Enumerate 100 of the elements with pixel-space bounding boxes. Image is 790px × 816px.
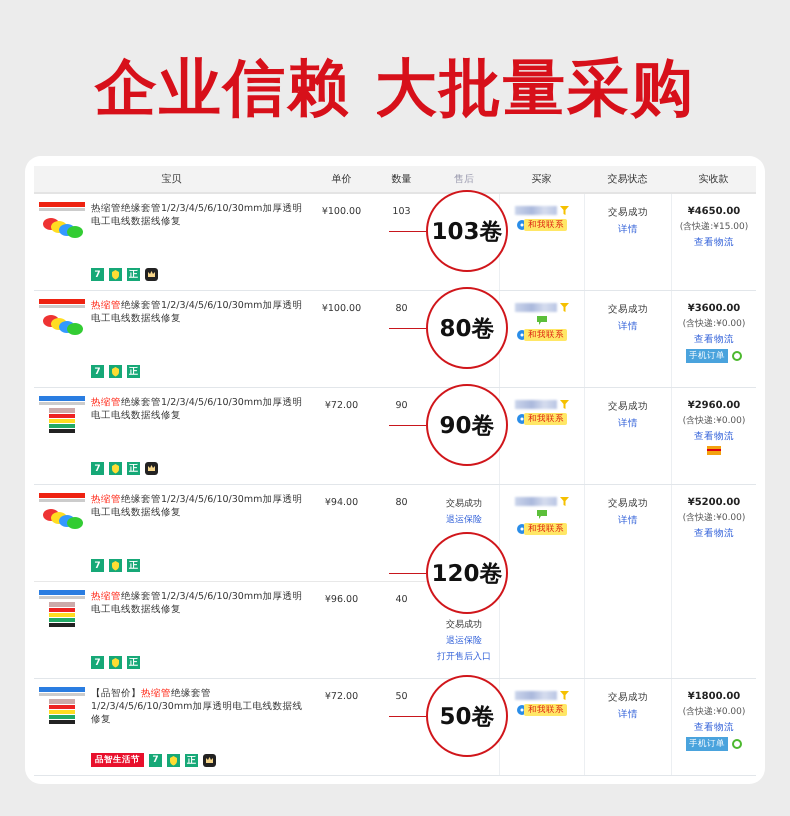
service-badge: 正 bbox=[127, 559, 140, 572]
refresh-icon bbox=[732, 739, 742, 749]
blurred-name bbox=[515, 497, 557, 506]
card-icon bbox=[707, 446, 721, 455]
trade-status: 交易成功 bbox=[608, 206, 648, 219]
after-sale-status: 交易成功 bbox=[446, 618, 482, 631]
filter-icon bbox=[560, 400, 569, 409]
after-sale-status: 交易成功 bbox=[446, 498, 482, 510]
logistics-link[interactable]: 查看物流 bbox=[694, 430, 734, 443]
quantity: 80 bbox=[395, 303, 408, 314]
service-badge: 7 bbox=[91, 656, 104, 669]
callout-text: 90卷 bbox=[439, 412, 494, 440]
service-badge: 7 bbox=[91, 559, 104, 572]
filter-icon bbox=[560, 206, 569, 215]
unit-price: ¥100.00 bbox=[322, 206, 362, 217]
column-header: 数量 bbox=[390, 173, 412, 187]
service-badge: 7 bbox=[149, 754, 162, 766]
trade-status: 交易成功 bbox=[608, 400, 648, 413]
shield-icon bbox=[109, 462, 122, 475]
trade-status: 交易成功 bbox=[608, 691, 648, 704]
callout-text: 50卷 bbox=[439, 702, 494, 732]
column-header: 实收款 bbox=[698, 172, 730, 187]
unit-price: ¥72.00 bbox=[324, 400, 358, 411]
shield-icon bbox=[109, 365, 122, 378]
shield-icon bbox=[109, 656, 122, 669]
column-header: 交易状态 bbox=[606, 172, 648, 187]
product-title[interactable]: 【品智价】热缩管绝缘套管1/2/3/4/5/6/10/30mm加厚透明电工电线数据线修复 bbox=[91, 687, 303, 727]
details-link[interactable]: 详情 bbox=[618, 708, 638, 721]
service-badge: 7 bbox=[91, 268, 104, 281]
product-title[interactable]: 热缩管绝缘套管1/2/3/4/5/6/10/30mm加厚透明电工电线数据线修复 bbox=[91, 493, 303, 533]
service-badge: 正 bbox=[127, 462, 140, 475]
shipping-fee: (含快递:¥0.00) bbox=[682, 318, 746, 330]
blurred-name bbox=[515, 206, 557, 215]
mobile-order-tag: 手机订单 bbox=[686, 349, 728, 363]
service-badge: 7 bbox=[91, 365, 104, 378]
logistics-link[interactable]: 查看物流 bbox=[694, 721, 734, 734]
column-header: 买家 bbox=[530, 172, 552, 187]
chat-icon[interactable] bbox=[537, 316, 547, 325]
product-title[interactable]: 热缩管绝缘套管1/2/3/4/5/6/10/30mm加厚透明电工电线数据线修复 bbox=[91, 299, 303, 339]
shield-icon bbox=[167, 754, 180, 766]
shipping-fee: (含快递:¥0.00) bbox=[682, 706, 746, 718]
shield-icon bbox=[109, 559, 122, 572]
promo-badge: 品智生活节 bbox=[91, 753, 144, 767]
logistics-link[interactable]: 查看物流 bbox=[694, 333, 734, 346]
logistics-link[interactable]: 查看物流 bbox=[694, 527, 734, 540]
trade-status: 交易成功 bbox=[608, 303, 648, 316]
crown-icon bbox=[145, 268, 158, 281]
unit-price: ¥72.00 bbox=[324, 691, 358, 702]
filter-icon bbox=[560, 303, 569, 312]
quantity: 80 bbox=[395, 497, 408, 508]
shipping-fee: (含快递:¥15.00) bbox=[680, 220, 748, 233]
service-badge: 正 bbox=[127, 365, 140, 378]
refresh-icon bbox=[732, 351, 742, 361]
shipping-fee: (含快递:¥0.00) bbox=[682, 414, 746, 427]
blurred-name bbox=[515, 303, 557, 312]
quantity: 40 bbox=[395, 594, 408, 605]
crown-icon bbox=[145, 462, 158, 475]
column-header: 售后 bbox=[453, 172, 475, 187]
mobile-order-tag: 手机订单 bbox=[686, 737, 728, 751]
order-total: ¥5200.00 bbox=[688, 497, 740, 508]
after-sale-link[interactable]: 退运保险 bbox=[446, 513, 482, 526]
order-total: ¥3600.00 bbox=[688, 303, 740, 314]
chat-icon[interactable] bbox=[537, 510, 547, 519]
details-link[interactable]: 详情 bbox=[618, 320, 638, 333]
details-link[interactable]: 详情 bbox=[618, 223, 638, 236]
details-link[interactable]: 详情 bbox=[618, 514, 638, 527]
quantity: 50 bbox=[395, 691, 408, 702]
quantity: 103 bbox=[392, 206, 411, 217]
trade-status: 交易成功 bbox=[608, 497, 648, 510]
column-header: 单价 bbox=[330, 172, 352, 187]
headline: 企业信赖 大批量采购 bbox=[95, 50, 695, 126]
after-sale-link[interactable]: 退运保险 bbox=[446, 634, 482, 647]
logistics-link[interactable]: 查看物流 bbox=[694, 236, 734, 249]
service-badge: 正 bbox=[185, 754, 198, 766]
blurred-name bbox=[515, 400, 557, 409]
column-header: 宝贝 bbox=[160, 172, 182, 187]
service-badge: 正 bbox=[127, 268, 140, 281]
details-link[interactable]: 详情 bbox=[618, 417, 638, 430]
unit-price: ¥94.00 bbox=[324, 497, 358, 508]
product-title[interactable]: 热缩管绝缘套管1/2/3/4/5/6/10/30mm加厚透明电工电线数据线修复 bbox=[91, 590, 303, 630]
unit-price: ¥100.00 bbox=[322, 303, 362, 314]
filter-icon bbox=[560, 691, 569, 700]
shipping-fee: (含快递:¥0.00) bbox=[682, 512, 746, 524]
shield-icon bbox=[109, 268, 122, 281]
crown-icon bbox=[203, 754, 216, 766]
after-sale-link[interactable]: 打开售后入口 bbox=[437, 650, 491, 663]
order-total: ¥1800.00 bbox=[688, 691, 740, 702]
order-total: ¥2960.00 bbox=[688, 400, 740, 411]
callout-text: 103卷 bbox=[431, 218, 502, 246]
blurred-name bbox=[515, 691, 557, 700]
order-total: ¥4650.00 bbox=[688, 206, 740, 217]
product-title[interactable]: 热缩管绝缘套管1/2/3/4/5/6/10/30mm加厚透明电工电线数据线修复 bbox=[91, 396, 303, 436]
service-badge: 7 bbox=[91, 462, 104, 475]
product-title[interactable]: 热缩管绝缘套管1/2/3/4/5/6/10/30mm加厚透明电工电线数据线修复 bbox=[91, 202, 303, 242]
callout-text: 80卷 bbox=[439, 314, 494, 344]
quantity: 90 bbox=[395, 400, 408, 411]
service-badge: 正 bbox=[127, 656, 140, 669]
callout-text: 120卷 bbox=[431, 560, 502, 588]
unit-price: ¥96.00 bbox=[324, 594, 358, 605]
filter-icon bbox=[560, 497, 569, 506]
